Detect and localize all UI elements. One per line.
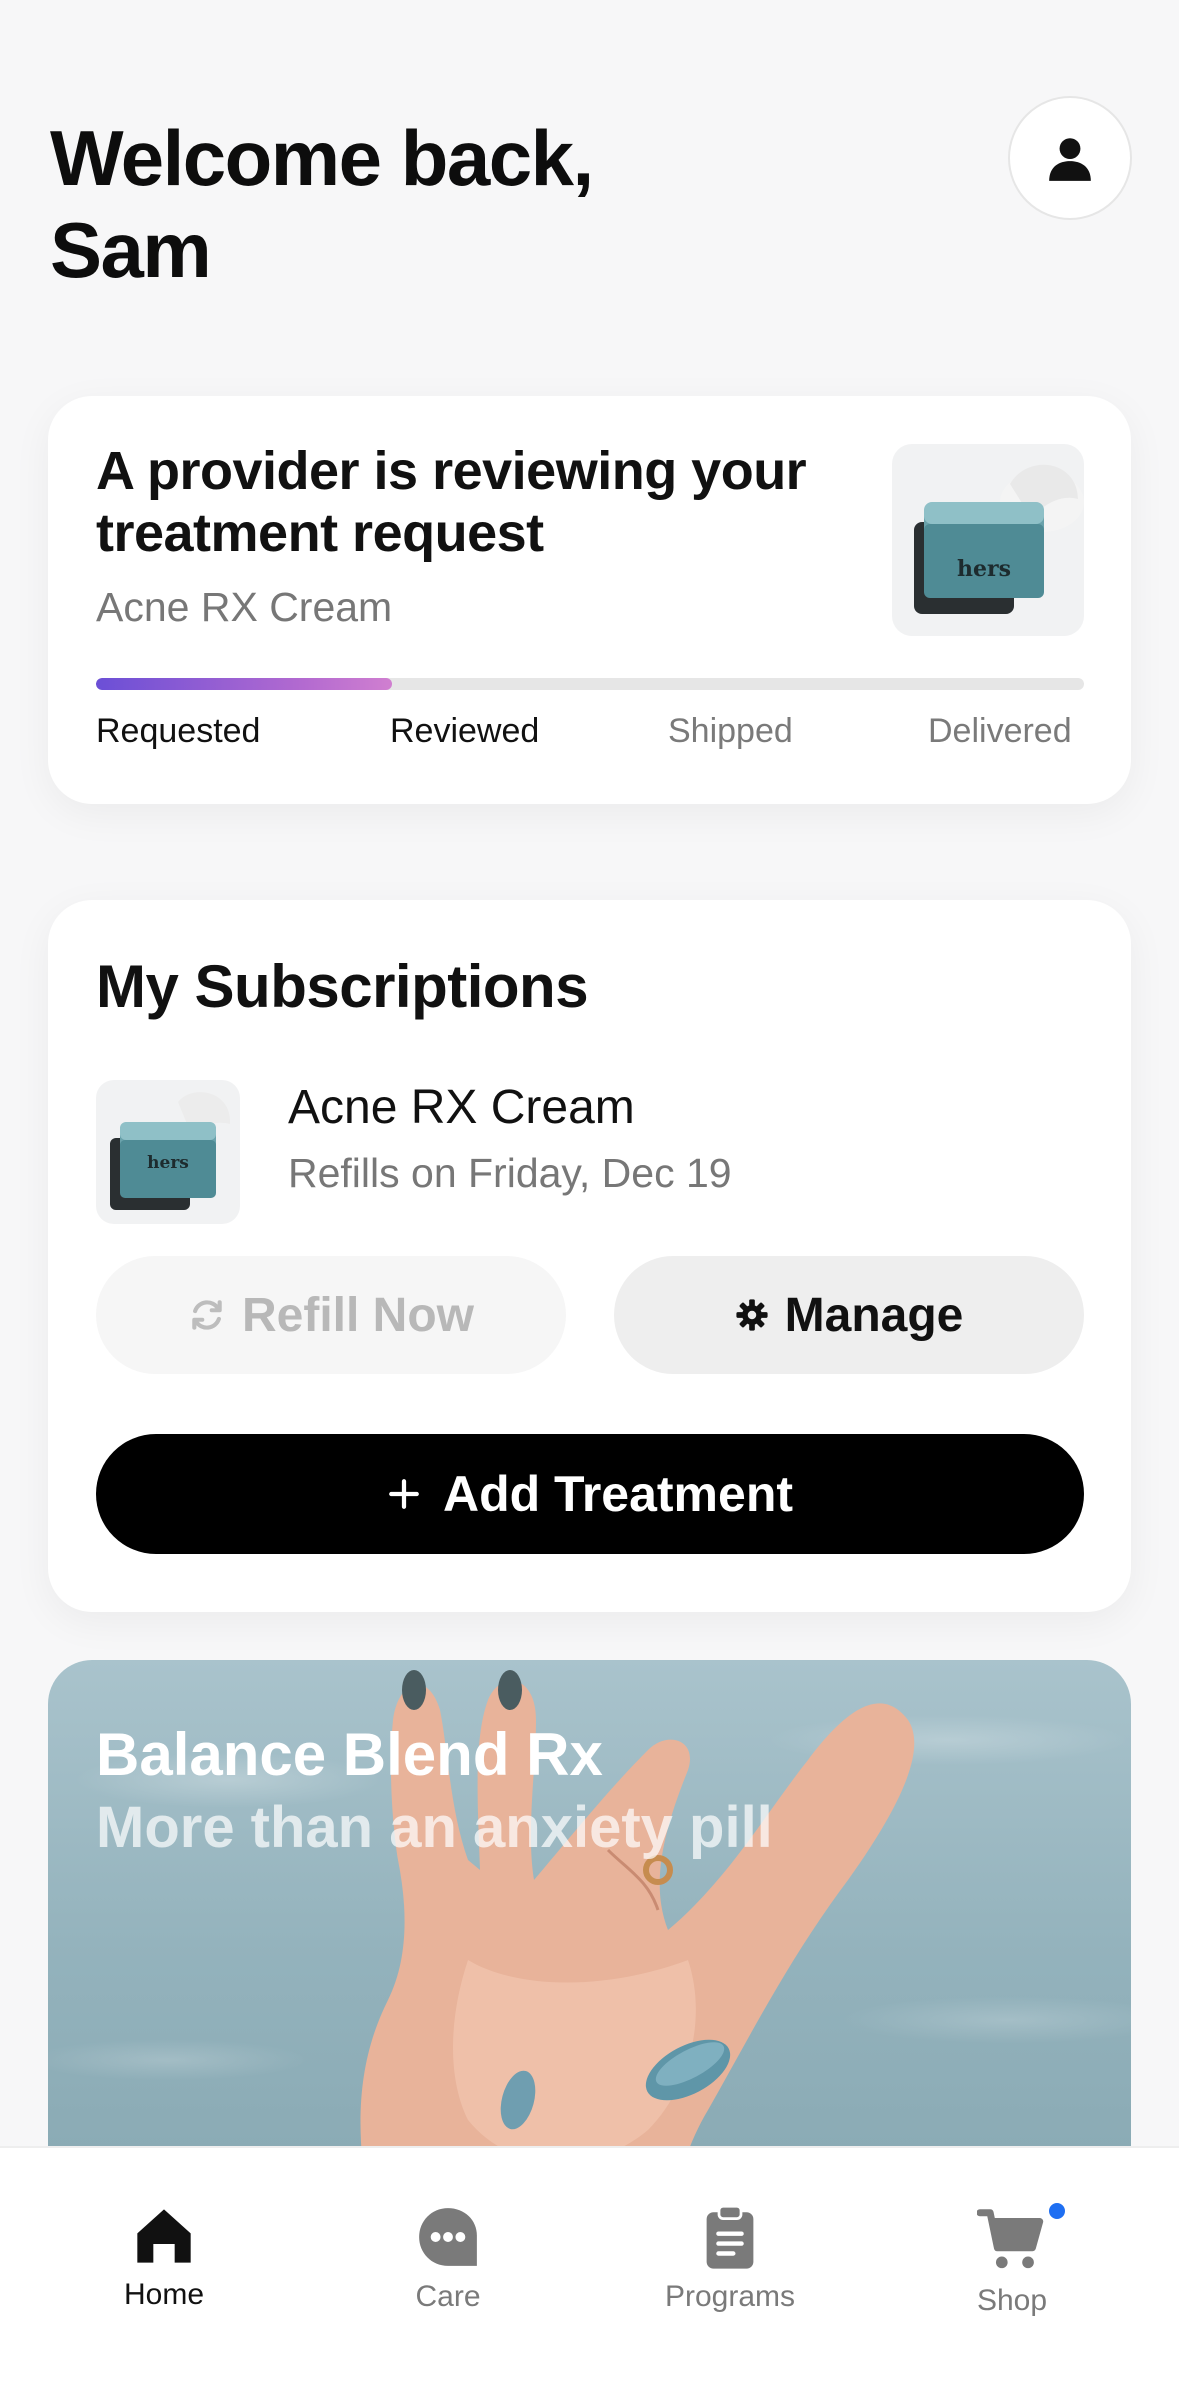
tab-shop-label: Shop bbox=[976, 2284, 1048, 2317]
promo-subtitle: More than an anxiety pill bbox=[96, 1795, 773, 1860]
step-delivered: Delivered bbox=[928, 712, 1072, 750]
cart-notification-dot bbox=[1046, 2200, 1068, 2222]
step-reviewed: Reviewed bbox=[390, 712, 540, 750]
status-title: A provider is reviewing your treatment r… bbox=[96, 441, 807, 563]
step-requested: Requested bbox=[96, 712, 261, 750]
profile-button[interactable] bbox=[1008, 96, 1132, 220]
subscription-refill-date: Refills on Friday, Dec 19 bbox=[288, 1150, 732, 1196]
cart-icon bbox=[977, 2209, 1044, 2269]
product-image: hers bbox=[892, 444, 1084, 636]
home-icon bbox=[137, 2209, 191, 2263]
gear-icon bbox=[736, 1299, 768, 1331]
chat-icon bbox=[419, 2208, 477, 2266]
tab-care-label: Care bbox=[415, 2280, 481, 2313]
tab-home-label: Home bbox=[123, 2278, 205, 2311]
progress-fill bbox=[96, 678, 393, 690]
manage-button[interactable]: Manage bbox=[614, 1256, 1084, 1374]
tab-care[interactable]: Care bbox=[348, 2204, 548, 2314]
refill-now-button[interactable]: Refill Now bbox=[96, 1256, 566, 1374]
person-icon bbox=[1049, 138, 1091, 181]
bottom-tab-bar: Home Care Programs Shop bbox=[0, 2146, 1179, 2396]
refill-now-label: Refill Now bbox=[241, 1288, 474, 1342]
progress-bar bbox=[96, 678, 1084, 690]
greeting-line-1: Welcome back, bbox=[50, 114, 594, 202]
refresh-icon bbox=[192, 1300, 222, 1330]
svg-text:hers: hers bbox=[957, 556, 1011, 582]
subscription-name: Acne RX Cream bbox=[288, 1081, 635, 1134]
welcome-heading: Welcome back, Sam bbox=[50, 112, 750, 296]
clipboard-icon bbox=[706, 2204, 754, 2269]
progress-steps: Requested Reviewed Shipped Delivered bbox=[96, 712, 1084, 762]
greeting-line-2: Sam bbox=[50, 206, 212, 294]
add-treatment-label: Add Treatment bbox=[442, 1466, 794, 1522]
subscription-product-image: hers bbox=[96, 1080, 240, 1224]
svg-text:hers: hers bbox=[147, 1153, 189, 1173]
tab-programs-label: Programs bbox=[664, 2280, 796, 2313]
status-product-name: Acne RX Cream bbox=[96, 584, 393, 630]
home-screen: Welcome back, Sam A provider is reviewin… bbox=[0, 0, 1179, 2396]
plus-icon bbox=[389, 1479, 419, 1509]
treatment-status-card[interactable]: A provider is reviewing your treatment r… bbox=[48, 396, 1131, 804]
add-treatment-button[interactable]: Add Treatment bbox=[96, 1434, 1084, 1554]
tab-home[interactable]: Home bbox=[64, 2204, 264, 2312]
subscriptions-card: My Subscriptions hers Acne RX Cream Refi… bbox=[48, 900, 1131, 1612]
manage-label: Manage bbox=[784, 1288, 964, 1342]
tab-shop[interactable]: Shop bbox=[912, 2200, 1112, 2318]
step-shipped: Shipped bbox=[668, 712, 793, 750]
promo-title: Balance Blend Rx bbox=[96, 1721, 603, 1788]
subscriptions-title: My Subscriptions bbox=[96, 953, 589, 1020]
tab-programs[interactable]: Programs bbox=[630, 2204, 830, 2314]
